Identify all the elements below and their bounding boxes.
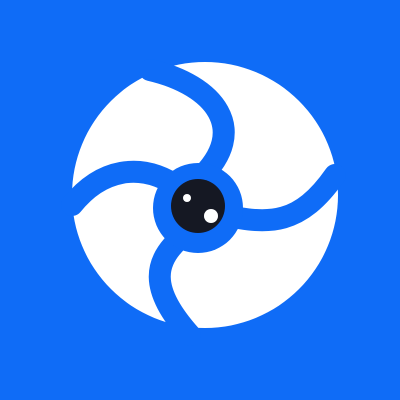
aperture-eye-icon xyxy=(0,0,400,400)
pupil-highlight-large xyxy=(204,209,218,223)
pupil xyxy=(171,179,225,233)
app-icon-canvas xyxy=(0,0,400,400)
pupil-highlight-small xyxy=(183,194,191,202)
